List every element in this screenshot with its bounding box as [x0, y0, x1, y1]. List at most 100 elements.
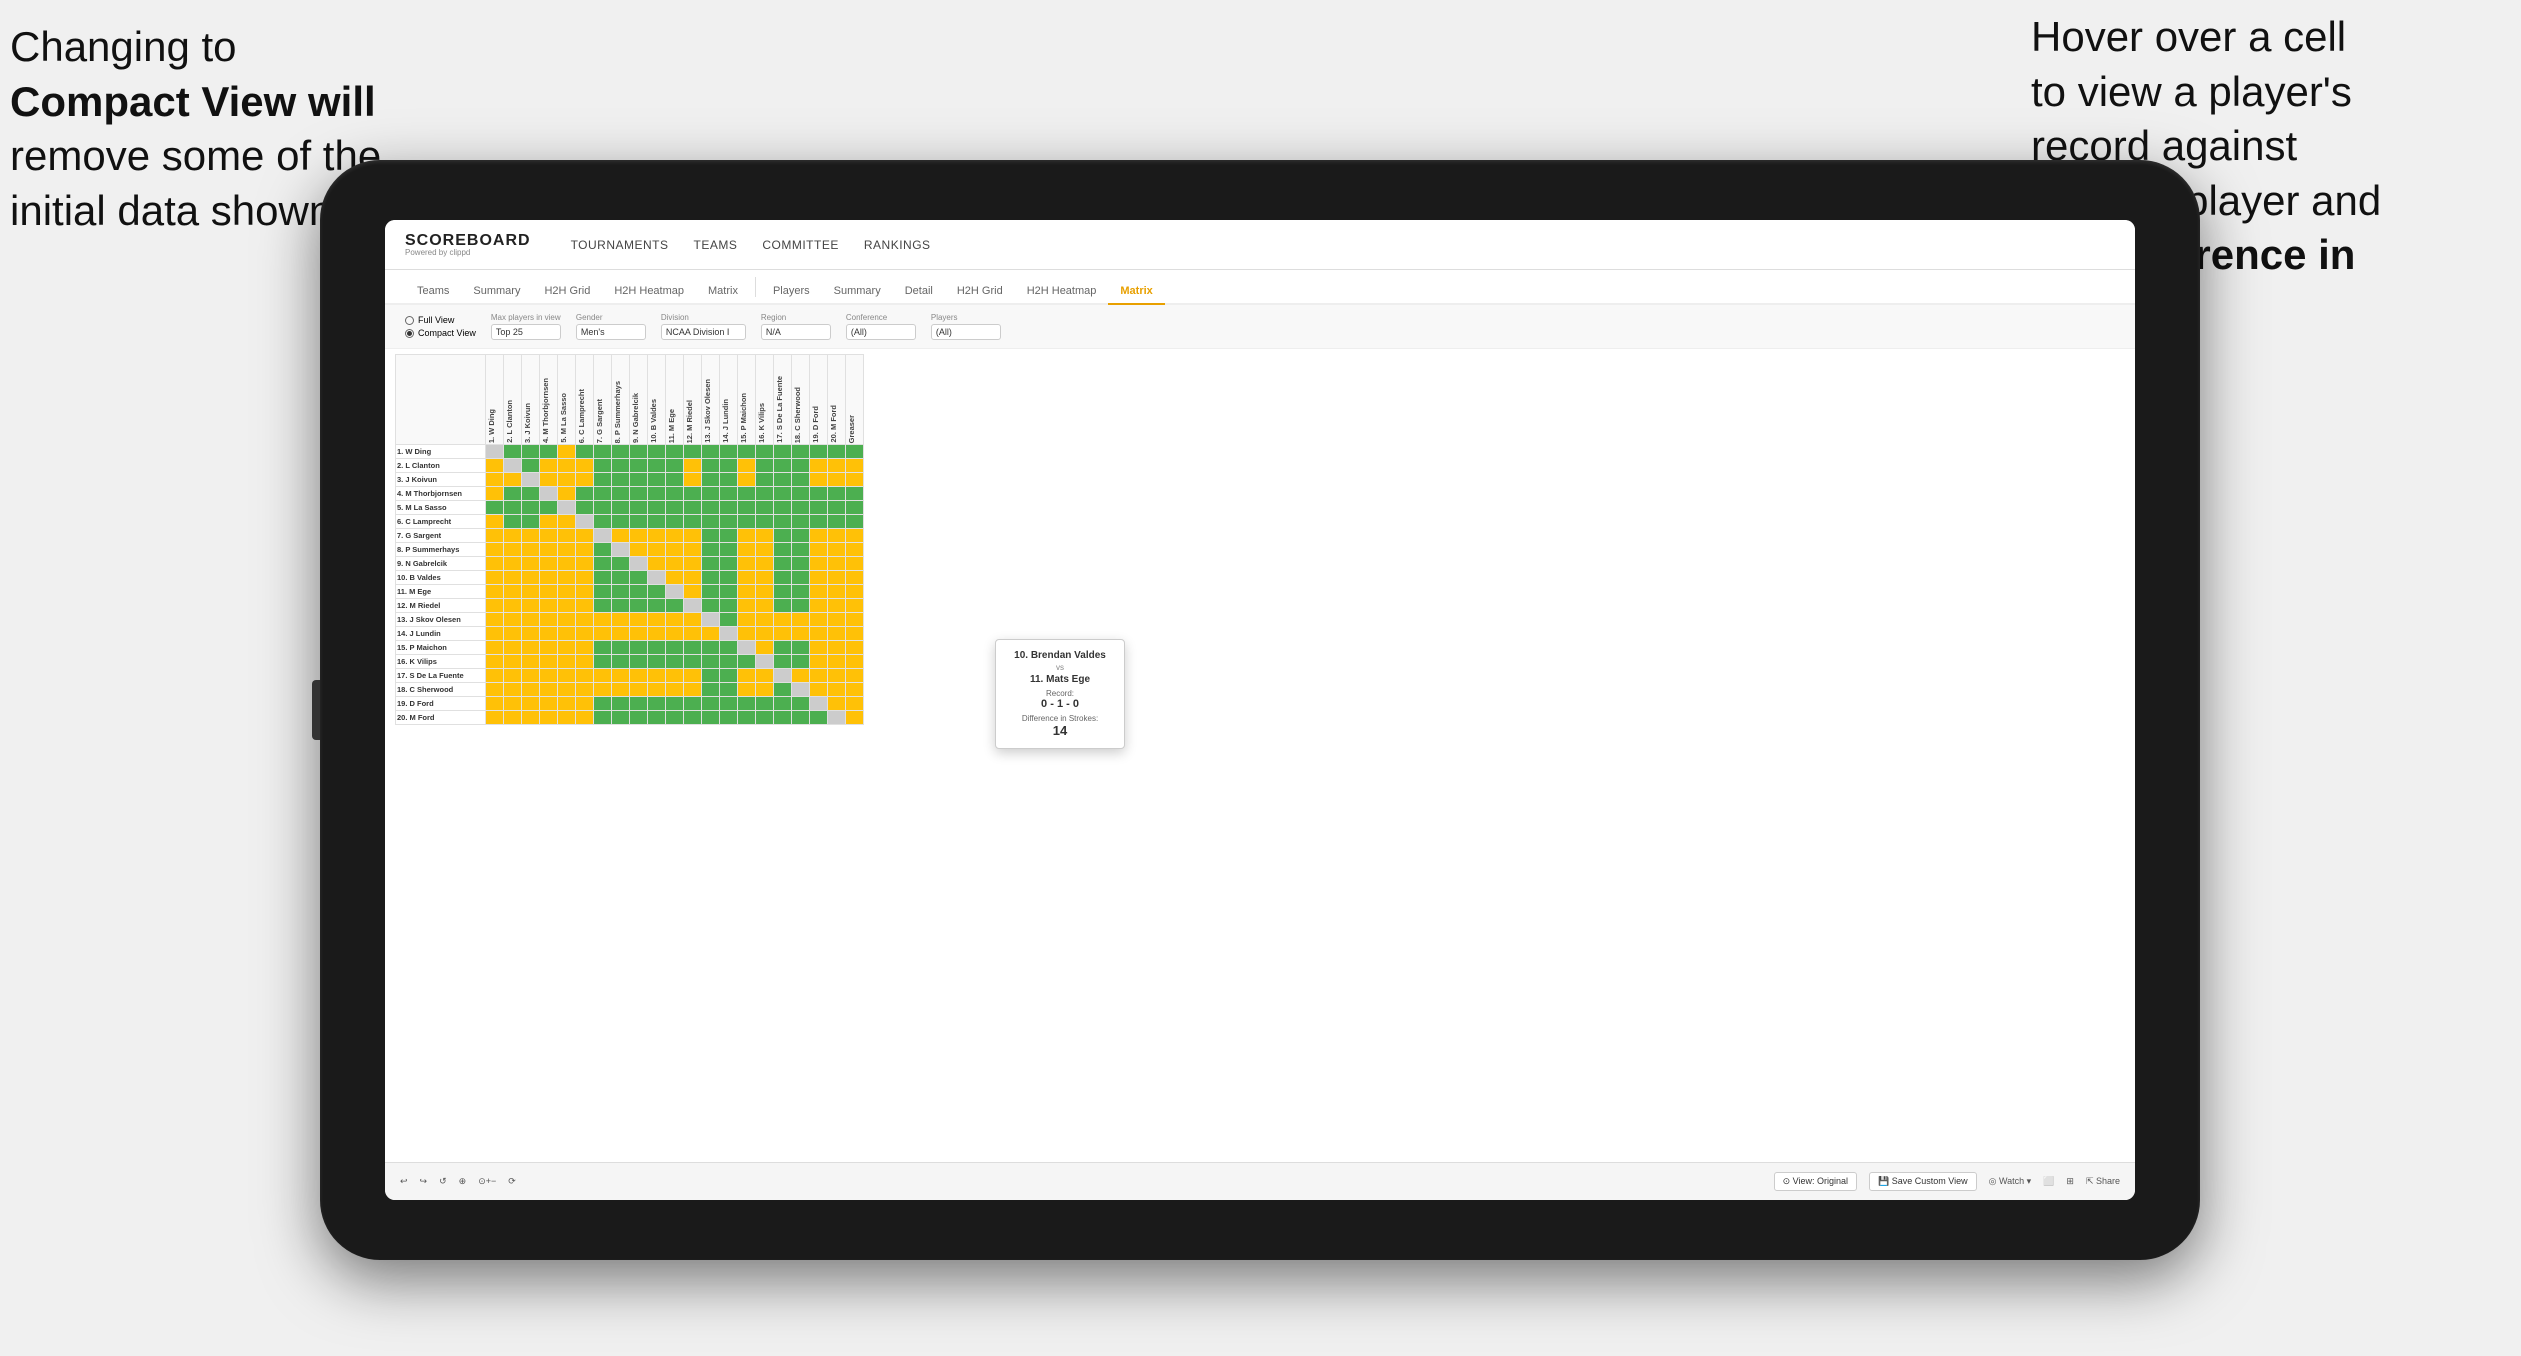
table-cell[interactable]	[756, 669, 774, 683]
table-cell[interactable]	[774, 711, 792, 725]
table-cell[interactable]	[810, 697, 828, 711]
table-cell[interactable]	[522, 669, 540, 683]
table-cell[interactable]	[486, 669, 504, 683]
table-cell[interactable]	[630, 599, 648, 613]
scroll-area[interactable]: 1. W Ding2. L Clanton3. J Koivun4. M Tho…	[385, 349, 2135, 1200]
table-cell[interactable]	[792, 599, 810, 613]
table-cell[interactable]	[630, 529, 648, 543]
table-cell[interactable]	[504, 557, 522, 571]
table-cell[interactable]	[594, 627, 612, 641]
table-cell[interactable]	[666, 669, 684, 683]
table-cell[interactable]	[486, 529, 504, 543]
table-cell[interactable]	[648, 459, 666, 473]
table-cell[interactable]	[612, 599, 630, 613]
table-cell[interactable]	[540, 669, 558, 683]
table-cell[interactable]	[810, 683, 828, 697]
table-cell[interactable]	[504, 571, 522, 585]
table-cell[interactable]	[810, 641, 828, 655]
table-cell[interactable]	[594, 599, 612, 613]
table-cell[interactable]	[630, 683, 648, 697]
table-cell[interactable]	[684, 585, 702, 599]
table-cell[interactable]	[666, 445, 684, 459]
table-cell[interactable]	[684, 459, 702, 473]
table-cell[interactable]	[810, 473, 828, 487]
table-cell[interactable]	[612, 585, 630, 599]
table-cell[interactable]	[648, 487, 666, 501]
table-cell[interactable]	[630, 459, 648, 473]
table-cell[interactable]	[810, 459, 828, 473]
nav-teams[interactable]: TEAMS	[694, 238, 738, 252]
table-cell[interactable]	[504, 641, 522, 655]
table-cell[interactable]	[702, 697, 720, 711]
table-cell[interactable]	[558, 501, 576, 515]
table-cell[interactable]	[756, 683, 774, 697]
table-cell[interactable]	[756, 641, 774, 655]
table-cell[interactable]	[810, 613, 828, 627]
table-cell[interactable]	[774, 669, 792, 683]
table-cell[interactable]	[594, 711, 612, 725]
table-cell[interactable]	[576, 641, 594, 655]
table-cell[interactable]	[648, 557, 666, 571]
table-cell[interactable]	[684, 529, 702, 543]
table-cell[interactable]	[486, 655, 504, 669]
table-cell[interactable]	[594, 529, 612, 543]
table-cell[interactable]	[756, 473, 774, 487]
table-cell[interactable]	[792, 473, 810, 487]
table-cell[interactable]	[774, 473, 792, 487]
table-cell[interactable]	[756, 627, 774, 641]
table-cell[interactable]	[720, 585, 738, 599]
table-cell[interactable]	[540, 501, 558, 515]
table-cell[interactable]	[576, 655, 594, 669]
subnav-h2hheatmap[interactable]: H2H Heatmap	[602, 279, 696, 305]
table-cell[interactable]	[486, 627, 504, 641]
table-cell[interactable]	[738, 697, 756, 711]
table-cell[interactable]	[702, 613, 720, 627]
table-cell[interactable]	[630, 487, 648, 501]
table-cell[interactable]	[648, 697, 666, 711]
table-cell[interactable]	[666, 613, 684, 627]
table-cell[interactable]	[810, 515, 828, 529]
table-cell[interactable]	[504, 473, 522, 487]
table-cell[interactable]	[702, 459, 720, 473]
table-cell[interactable]	[558, 613, 576, 627]
table-cell[interactable]	[846, 599, 864, 613]
table-cell[interactable]	[774, 557, 792, 571]
table-cell[interactable]	[720, 599, 738, 613]
table-cell[interactable]	[774, 599, 792, 613]
table-cell[interactable]	[738, 669, 756, 683]
table-cell[interactable]	[558, 487, 576, 501]
table-cell[interactable]	[684, 711, 702, 725]
table-cell[interactable]	[486, 683, 504, 697]
table-cell[interactable]	[576, 473, 594, 487]
table-cell[interactable]	[684, 543, 702, 557]
table-cell[interactable]	[846, 557, 864, 571]
table-cell[interactable]	[576, 571, 594, 585]
table-cell[interactable]	[846, 613, 864, 627]
table-cell[interactable]	[630, 613, 648, 627]
subnav-summary[interactable]: Summary	[461, 279, 532, 305]
table-cell[interactable]	[612, 501, 630, 515]
table-cell[interactable]	[828, 655, 846, 669]
table-cell[interactable]	[756, 655, 774, 669]
table-cell[interactable]	[738, 711, 756, 725]
table-cell[interactable]	[756, 613, 774, 627]
table-cell[interactable]	[594, 557, 612, 571]
table-cell[interactable]	[666, 557, 684, 571]
table-cell[interactable]	[810, 487, 828, 501]
table-cell[interactable]	[702, 655, 720, 669]
table-cell[interactable]	[684, 487, 702, 501]
table-cell[interactable]	[540, 711, 558, 725]
table-cell[interactable]	[684, 571, 702, 585]
table-cell[interactable]	[846, 487, 864, 501]
table-cell[interactable]	[774, 613, 792, 627]
table-cell[interactable]	[846, 655, 864, 669]
table-cell[interactable]	[504, 445, 522, 459]
table-cell[interactable]	[576, 445, 594, 459]
table-cell[interactable]	[756, 557, 774, 571]
table-cell[interactable]	[720, 669, 738, 683]
table-cell[interactable]	[594, 641, 612, 655]
table-cell[interactable]	[738, 445, 756, 459]
table-cell[interactable]	[630, 697, 648, 711]
table-cell[interactable]	[810, 557, 828, 571]
table-cell[interactable]	[846, 669, 864, 683]
